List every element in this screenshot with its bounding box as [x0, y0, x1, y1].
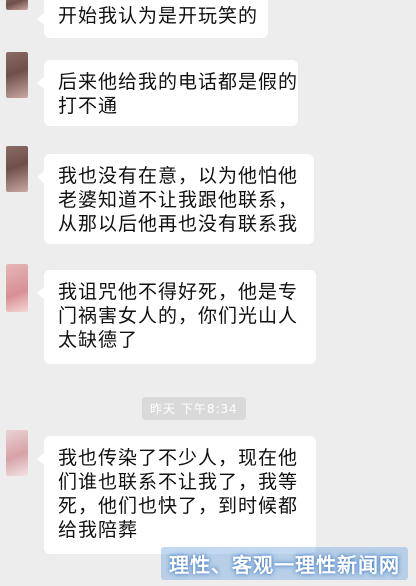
- message-text: 们谁也联系不让我了，我等: [58, 471, 299, 493]
- message-text: 老婆知道不让我跟他联系，: [58, 189, 299, 211]
- message-bubble[interactable]: 我诅咒他不得好死，他是专 门祸害女人的，你们光山人 太缺德了: [37, 270, 316, 364]
- message-text: 后来他给我的电话都是假的: [58, 71, 299, 93]
- message-text: 打不通: [58, 95, 119, 117]
- avatar[interactable]: [6, 0, 28, 10]
- message-bubble[interactable]: 开始我认为是开玩笑的: [37, 0, 268, 38]
- message-bubble[interactable]: 我也没有在意，以为他怕他 老婆知道不让我跟他联系， 从那以后他再也没有联系我: [37, 154, 314, 244]
- chat-conversation: 开始我认为是开玩笑的 后来他给我的电话都是假的 打不通 我也没有在意，以为他怕他…: [0, 0, 416, 586]
- avatar[interactable]: [6, 52, 28, 98]
- message-text: 我诅咒他不得好死，他是专: [58, 281, 299, 303]
- message-text: 开始我认为是开玩笑的: [58, 5, 259, 27]
- message-bubble[interactable]: 后来他给我的电话都是假的 打不通: [37, 60, 299, 126]
- message-text: 我也传染了不少人，现在他: [58, 447, 299, 469]
- avatar[interactable]: [6, 264, 28, 312]
- message-text: 给我陪葬: [58, 519, 139, 541]
- message-bubble[interactable]: 我也传染了不少人，现在他 们谁也联系不让我了，我等 死，他们也快了，到时候都 给…: [37, 436, 316, 554]
- avatar[interactable]: [6, 430, 28, 476]
- message-text: 死，他们也快了，到时候都: [58, 495, 299, 517]
- watermark: 理性、客观一理性新闻网: [161, 547, 408, 580]
- message-timestamp: 昨天 下午8:34: [142, 397, 246, 420]
- message-text: 门祸害女人的，你们光山人: [58, 305, 299, 327]
- avatar[interactable]: [6, 146, 28, 192]
- message-text: 太缺德了: [58, 329, 139, 351]
- message-text: 我也没有在意，以为他怕他: [58, 165, 299, 187]
- message-text: 从那以后他再也没有联系我: [58, 213, 299, 235]
